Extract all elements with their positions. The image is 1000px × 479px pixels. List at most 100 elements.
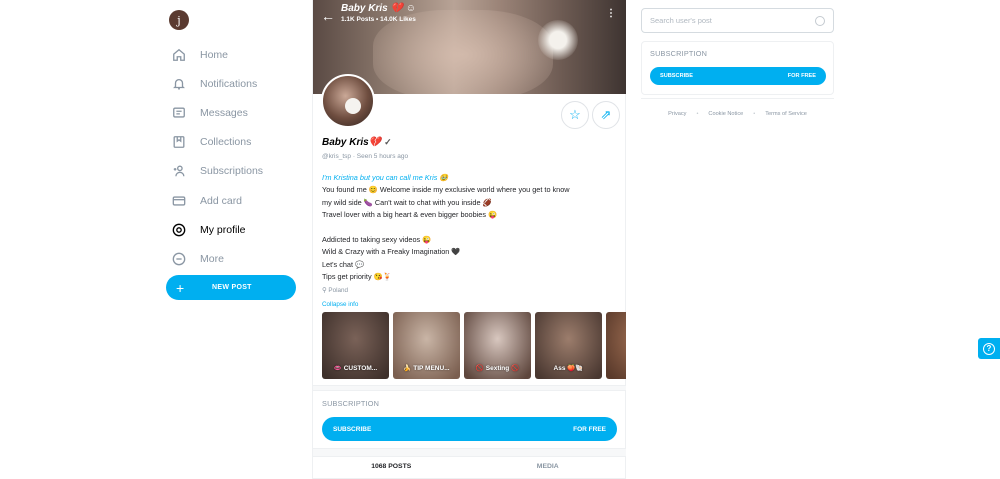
sidebar-item-my-profile[interactable]: My profile (166, 215, 306, 244)
search-input[interactable]: Search user's post (641, 8, 834, 33)
sidebar-item-label: Messages (200, 106, 248, 119)
bio-highlight: I'm Kristina but you can call me Kris 🥹 (322, 173, 449, 182)
sidebar-item-label: Collections (200, 136, 252, 149)
sidebar-item-label: My profile (200, 223, 246, 236)
subscription-card: SUBSCRIPTION SUBSCRIBE FOR FREE (641, 41, 834, 95)
sidebar-item-collections[interactable]: Collections (166, 128, 306, 157)
bio-line: Addicted to taking sexy videos 😜 (322, 235, 432, 245)
footer-link[interactable]: Privacy (668, 111, 686, 117)
highlight-item[interactable]: 🚫 Sexting 🚫 (464, 312, 531, 379)
home-icon (171, 47, 187, 63)
subscribe-price: FOR FREE (573, 425, 606, 433)
right-sidebar: Search user's post SUBSCRIPTION SUBSCRIB… (641, 8, 834, 117)
collapse-info-link[interactable]: Collapse info (322, 301, 618, 308)
cover-name: Baby Kris 💔 ☺ (341, 3, 416, 14)
sidebar-item-label: More (200, 252, 224, 265)
highlight-item[interactable]: 🔥🔥 (606, 312, 626, 379)
sidebar-item-label: Notifications (200, 77, 258, 90)
footer-links: Privacy • Cookie Notice • Terms of Service (641, 111, 834, 117)
profile-handle: @kris_tsp (322, 153, 351, 160)
divider (313, 385, 626, 391)
sidebar-item-label: Home (200, 48, 229, 61)
footer-link[interactable]: Cookie Notice (708, 111, 743, 117)
cover-highlight (538, 20, 578, 60)
location: ⚲ Poland (322, 287, 618, 294)
highlights-row: 👄 CUSTOM... 🍌 TIP MENU... 🚫 Sexting 🚫 Ass 🍑… (322, 312, 626, 379)
bookmark-icon (171, 134, 187, 150)
sidebar-item-home[interactable]: Home (166, 40, 306, 69)
last-seen: Seen 5 hours ago (356, 153, 409, 160)
highlight-label: Ass 🍑🐚 (553, 365, 584, 372)
more-icon (171, 251, 187, 267)
highlight-label: 👄 CUSTOM... (333, 365, 378, 372)
bio-line: Let's chat 💬 (322, 259, 365, 269)
profile-icon (171, 222, 187, 238)
subscription-heading: SUBSCRIPTION (650, 49, 708, 58)
bio-line: Tips get priority 😘🍹 (322, 272, 392, 282)
favorite-button[interactable]: ☆ (561, 101, 589, 129)
subscribe-label: SUBSCRIBE (333, 425, 372, 433)
new-post-button[interactable]: + NEW POST (166, 275, 296, 300)
bio-line (322, 222, 618, 234)
kebab-menu-icon[interactable]: ⋮ (606, 8, 616, 19)
nav-list: Home Notifications Messages Collections Subs… (166, 40, 306, 274)
bell-icon (171, 76, 187, 92)
bio: I'm Kristina but you can call me Kris 🥹 … (322, 172, 618, 284)
bio-line: Wild & Crazy with a Freaky Imagination 🖤 (322, 247, 461, 257)
footer-separator: • (753, 111, 756, 117)
bio-line: my wild side 🍆 Can't wait to chat with y… (322, 197, 492, 207)
subscribe-button[interactable]: SUBSCRIBE FOR FREE (650, 67, 826, 85)
profile-column: ← Baby Kris 💔 ☺ 1.1K Posts • 14.0K Likes… (312, 0, 626, 479)
left-sidebar: j Home Notifications Messages Collections Su… (166, 10, 306, 300)
sidebar-item-label: Add card (200, 194, 243, 207)
search-icon[interactable] (815, 15, 825, 26)
bio-line: Travel lover with a big heart & even big… (322, 210, 498, 220)
profile-name-text: Baby Kris💔 (322, 137, 382, 148)
card-icon (171, 193, 187, 209)
avatar-detail (345, 98, 361, 114)
divider (641, 98, 834, 99)
cover-stats: 1.1K Posts • 14.0K Likes (341, 16, 416, 23)
sidebar-item-messages[interactable]: Messages (166, 98, 306, 127)
highlight-label: 🍌 TIP MENU... (403, 365, 450, 372)
subscribe-button[interactable]: SUBSCRIBE FOR FREE (322, 417, 617, 441)
share-button[interactable]: ⇗ (592, 101, 620, 129)
profile-tabs: 1068 POSTS MEDIA (313, 457, 626, 479)
sidebar-item-notifications[interactable]: Notifications (166, 69, 306, 98)
profile-name: Baby Kris💔 ✓ (322, 137, 618, 148)
footer-link[interactable]: Terms of Service (765, 111, 807, 117)
sidebar-item-add-card[interactable]: Add card (166, 186, 306, 215)
sidebar-item-more[interactable]: More (166, 244, 306, 273)
star-icon: ☆ (569, 107, 581, 122)
sidebar-item-subscriptions[interactable]: Subscriptions (166, 157, 306, 186)
location-pin-icon: ⚲ (322, 286, 327, 294)
bio-lines: You found me 😊 Welcome inside my exclusi… (322, 184, 618, 283)
subscription-heading: SUBSCRIPTION (322, 399, 380, 408)
footer-separator: • (696, 111, 699, 117)
profile-meta: @kris_tsp · Seen 5 hours ago (322, 153, 618, 160)
highlight-item[interactable]: 🍌 TIP MENU... (393, 312, 460, 379)
tab-posts[interactable]: 1068 POSTS (313, 457, 470, 478)
verified-icon: ✓ (384, 137, 392, 147)
highlight-item[interactable]: Ass 🍑🐚 (535, 312, 602, 379)
help-button[interactable]: ? (978, 338, 1000, 359)
highlight-label: 🔥🔥 (606, 364, 626, 372)
message-icon (171, 105, 187, 121)
sidebar-item-label: Subscriptions (200, 165, 264, 178)
divider (313, 448, 626, 457)
subscriptions-icon (171, 163, 187, 179)
profile-info: Baby Kris💔 ✓ @kris_tsp · Seen 5 hours ago… (322, 137, 618, 308)
avatar[interactable]: j (169, 10, 189, 30)
tab-media[interactable]: MEDIA (470, 457, 627, 478)
subscribe-label: SUBSCRIBE (660, 73, 693, 79)
search-placeholder: Search user's post (650, 16, 712, 25)
help-icon: ? (983, 342, 995, 355)
back-arrow-icon[interactable]: ← (321, 8, 335, 24)
share-icon: ⇗ (600, 107, 612, 122)
highlight-item[interactable]: 👄 CUSTOM... (322, 312, 389, 379)
profile-avatar[interactable] (321, 74, 375, 128)
highlight-label: 🚫 Sexting 🚫 (475, 365, 520, 372)
app: j Home Notifications Messages Collections Su… (0, 0, 1000, 479)
bio-line: You found me 😊 Welcome inside my exclusi… (322, 185, 570, 195)
plus-icon: + (176, 279, 185, 296)
